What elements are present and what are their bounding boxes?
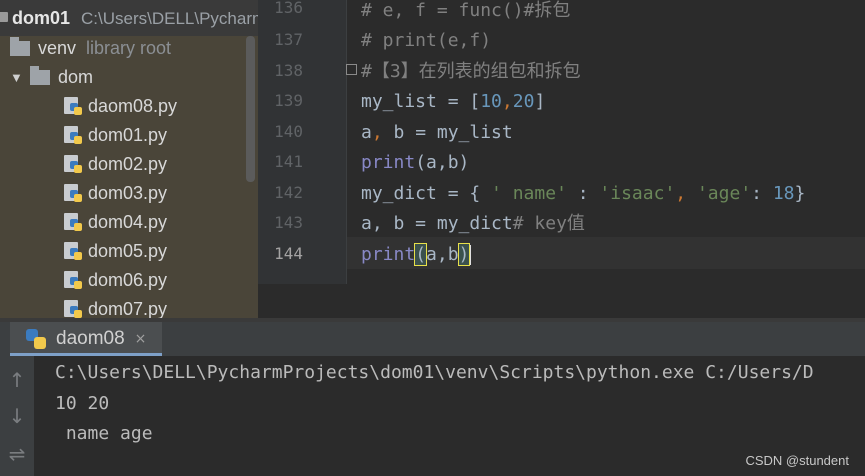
folder-icon: [30, 66, 50, 85]
folder-icon: [0, 12, 8, 22]
line-number-current: 144: [274, 244, 303, 263]
tree-item-file[interactable]: dom03.py: [64, 179, 167, 208]
tree-item-label: venv: [38, 38, 77, 58]
line-number: 142: [274, 183, 303, 202]
run-console[interactable]: C:\Users\DELL\PycharmProjects\dom01\venv…: [34, 356, 865, 476]
tree-item-venv[interactable]: venv library root: [10, 34, 171, 63]
tree-item-label: dom06.py: [88, 270, 168, 290]
tree-item-file[interactable]: dom02.py: [64, 150, 167, 179]
chevron-down-icon[interactable]: ▼: [10, 70, 23, 85]
python-file-icon: [64, 242, 83, 261]
code-line: a, b = my_list: [361, 122, 513, 143]
tree-item-label: dom05.py: [88, 241, 168, 261]
line-number: 143: [274, 213, 303, 232]
line-number: 137: [274, 30, 303, 49]
line-number: 138: [274, 61, 303, 80]
folder-icon: [10, 37, 30, 56]
run-tab-bar: daom08 ×: [0, 322, 865, 356]
tree-item-label: dom03.py: [88, 183, 168, 203]
run-tab-daom08[interactable]: daom08 ×: [10, 322, 162, 356]
python-icon: [26, 329, 46, 349]
tree-item-file[interactable]: dom04.py: [64, 208, 167, 237]
tree-item-file[interactable]: dom01.py: [64, 121, 167, 150]
editor-bottom-area: [258, 284, 865, 318]
run-toolbar: ↑ ↓ ⇌: [0, 356, 34, 476]
text-caret: [469, 245, 472, 265]
code-line: a, b = my_dict# key值: [361, 213, 585, 234]
project-scrollbar[interactable]: [246, 36, 255, 182]
line-number: 139: [274, 91, 303, 110]
code-line: my_dict = { ' name' : 'isaac', 'age': 18…: [361, 183, 806, 204]
tree-item-label: dom: [58, 67, 94, 87]
tree-item-label: daom08.py: [88, 96, 178, 116]
code-line-current: print(a,b): [361, 243, 472, 266]
console-output-line: name age: [55, 423, 153, 444]
python-file-icon: [64, 300, 83, 318]
console-output-line: C:\Users\DELL\PycharmProjects\dom01\venv…: [55, 362, 814, 383]
python-file-icon: [64, 126, 83, 145]
code-line: #【3】在列表的组包和拆包: [361, 61, 581, 82]
tree-item-file[interactable]: daom08.py: [64, 92, 177, 121]
close-icon[interactable]: ×: [135, 331, 147, 347]
line-number: 136: [274, 0, 303, 17]
tree-item-label: dom07.py: [88, 299, 168, 318]
python-file-icon: [64, 97, 83, 116]
tree-item-dom[interactable]: ▼ dom: [10, 63, 93, 92]
line-number-gutter: 136 137 138 139 140 141 142 143 144: [258, 0, 346, 284]
watermark: CSDN @stundent: [745, 453, 849, 468]
soft-wrap-icon[interactable]: ⇌: [5, 442, 29, 466]
arrow-down-icon[interactable]: ↓: [5, 404, 29, 428]
code-editor[interactable]: 136 137 138 139 140 141 142 143 144 # e,…: [258, 0, 865, 318]
tree-item-file[interactable]: dom05.py: [64, 237, 167, 266]
tree-item-label: dom01.py: [88, 125, 168, 145]
run-tab-label: daom08: [56, 328, 125, 349]
project-tool-window: dom01 C:\Users\DELL\Pycharm venv library…: [0, 0, 258, 318]
console-output-line: 10 20: [55, 393, 110, 414]
tree-item-label: dom04.py: [88, 212, 168, 232]
arrow-up-icon[interactable]: ↑: [5, 368, 29, 392]
project-root-row[interactable]: dom01 C:\Users\DELL\Pycharm: [0, 0, 258, 36]
tree-item-file[interactable]: dom07.py: [64, 295, 167, 318]
code-line: print(a,b): [361, 152, 470, 173]
project-root-name: dom01: [12, 8, 71, 28]
python-file-icon: [64, 213, 83, 232]
project-root-path: C:\Users\DELL\Pycharm: [81, 9, 258, 28]
code-line: my_list = [10,20]: [361, 91, 546, 112]
line-number: 140: [274, 122, 303, 141]
code-line: # print(e,f): [361, 30, 492, 51]
line-number: 141: [274, 152, 303, 171]
tree-item-file[interactable]: dom06.py: [64, 266, 167, 295]
library-root-note: library root: [86, 38, 172, 58]
python-file-icon: [64, 155, 83, 174]
tree-item-label: dom02.py: [88, 154, 168, 174]
code-line: # e, f = func()#拆包: [361, 0, 571, 21]
python-file-icon: [64, 184, 83, 203]
fold-marker-icon[interactable]: [346, 64, 357, 75]
python-file-icon: [64, 271, 83, 290]
